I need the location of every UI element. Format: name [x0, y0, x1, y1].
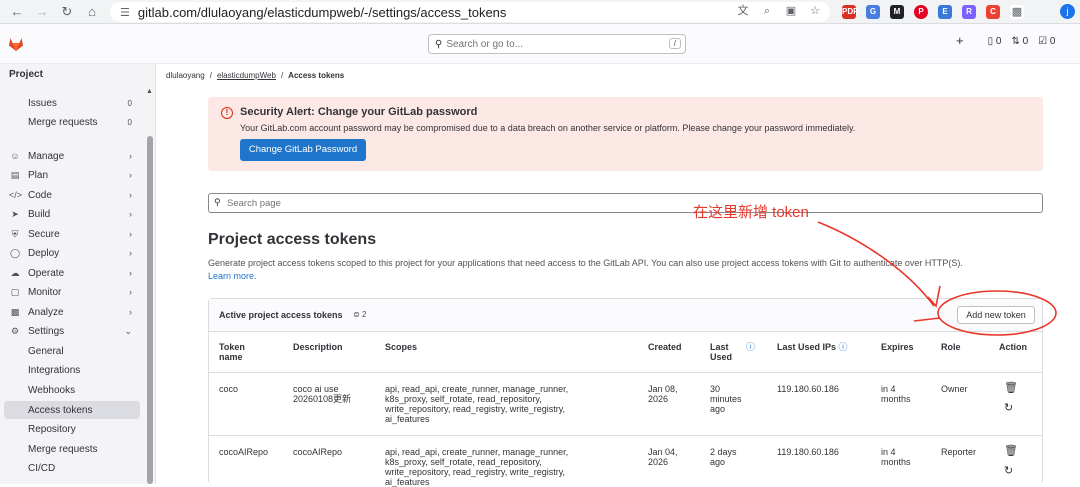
annotation-circle: [937, 290, 1057, 336]
annotation-arrow-line: [817, 221, 935, 307]
annotation-arrow-and-circle: [817, 221, 1057, 336]
annotation-tail: [913, 317, 941, 322]
annotation-arrow-head: [927, 285, 941, 308]
